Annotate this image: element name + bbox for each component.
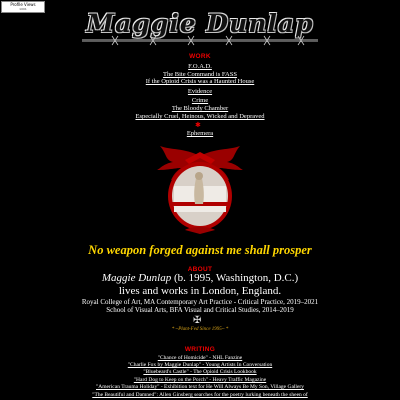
writing-link-charlie-fox[interactable]: "Charlie Fox by Maggie Dunlap" - Young A…	[0, 362, 400, 369]
work-link-opioid-crisis[interactable]: If the Opioid Crisis was a Haunted House	[0, 78, 400, 86]
work-link-foad[interactable]: F.O.A.D.	[0, 63, 400, 71]
writing-link-bluebeards-castle[interactable]: "Bluebeard's Castle" - The Opioid Crisis…	[0, 369, 400, 376]
work-link-bloody-chamber[interactable]: The Bloody Chamber	[0, 105, 400, 113]
about-name-line: Maggie Dunlap (b. 1995, Washington, D.C.…	[0, 272, 400, 285]
barbed-wire-divider	[82, 35, 318, 46]
writing-link-beautiful-and-damned[interactable]: "The Beautiful and Damned": Allen Ginsbe…	[0, 392, 400, 399]
work-link-especially-cruel[interactable]: Especially Cruel, Heinous, Wicked and De…	[0, 113, 400, 121]
profile-views-counter: Profile Views 1001	[1, 1, 45, 13]
plant-fed-text: * ~Plant-Fed Since 1995~ *	[171, 327, 229, 332]
writing-heading: WRITING	[184, 346, 216, 353]
cross-icon: ✠	[193, 315, 202, 326]
winged-portrait-emblem	[157, 146, 243, 234]
motto: No weapon forged against me shall prospe…	[88, 243, 312, 257]
work-link-crime[interactable]: Crime	[0, 97, 400, 105]
about-location: lives and works in London, England.	[118, 285, 282, 297]
work-link-evidence[interactable]: Evidence	[0, 88, 400, 96]
writing-link-chance-of-homicide[interactable]: "Chance of Homicide" - NHL Fanzine	[0, 355, 400, 362]
work-link-ephemera[interactable]: Ephemera	[0, 130, 400, 138]
writing-link-american-trauma-holiday[interactable]: "American Trauma Holiday" - Exhibition t…	[0, 384, 400, 391]
artist-birth: (b. 1995, Washington, D.C.)	[171, 272, 299, 284]
work-heading: WORK	[189, 53, 211, 60]
education-sva: School of Visual Arts, BFA Visual and Cr…	[106, 306, 294, 314]
counter-value: 1001	[19, 7, 27, 11]
star-divider: ✱	[195, 121, 201, 129]
artist-name: Maggie Dunlap	[101, 272, 172, 284]
writing-link-hard-dog[interactable]: "Hard Dog to Keep on the Porch" - Heavy …	[0, 377, 400, 384]
